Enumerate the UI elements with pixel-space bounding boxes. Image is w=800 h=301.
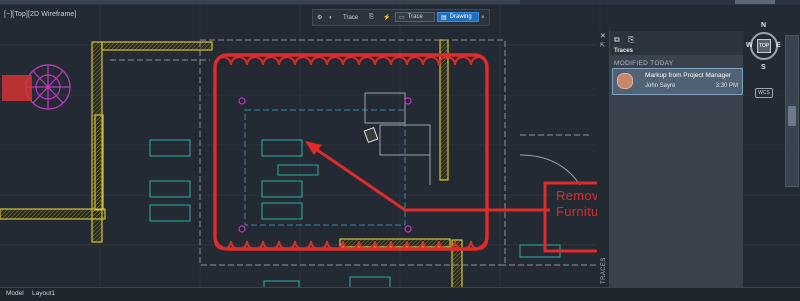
panel-side-label: TRACES [601, 257, 607, 284]
markup-cursor-icon [363, 127, 379, 143]
panel-title: Traces [614, 48, 634, 54]
fixtures [364, 92, 581, 186]
callout-line-1: Remov [556, 188, 599, 203]
trace-avatar-icon: ◐ [329, 14, 333, 21]
trace-toolbar: ⚙ ◐ Trace ⎘ ⚡ ▭ Trace ▤ Drawing × [312, 9, 490, 26]
navigation-bar-handle[interactable] [788, 106, 796, 126]
trace-window-icon: ▭ [399, 14, 405, 21]
file-tabs[interactable] [0, 0, 520, 4]
viewcube-top[interactable]: TOP [757, 39, 771, 53]
walls [0, 39, 463, 300]
viewcube[interactable]: N TOP W E S [746, 20, 782, 80]
trace-card[interactable]: Markup from Project Manager John Sayre 3… [612, 68, 743, 95]
traces-panel: ⧉ ⎘ Traces MODIFIED TODAY Markup from Pr… [610, 31, 743, 295]
tab-scroll-indicator[interactable] [735, 0, 775, 4]
drawing-window-icon: ▤ [441, 14, 447, 21]
section-heading: MODIFIED TODAY [614, 60, 674, 67]
new-trace-icon[interactable]: ⎘ [628, 35, 634, 45]
avatar [617, 73, 633, 89]
compass-east[interactable]: E [776, 42, 781, 49]
drawing-mode-button[interactable]: ▤ Drawing [437, 12, 479, 22]
gear-icon[interactable]: ⚙ [317, 10, 322, 25]
compass-south[interactable]: S [761, 64, 766, 71]
dashed-outlines [110, 39, 600, 266]
trace-card-user: John Sayre [645, 83, 676, 89]
panel-pin-icon[interactable]: ⇱ [600, 42, 605, 49]
trace-card-time: 3:30 PM [715, 83, 738, 89]
furniture [149, 139, 561, 294]
trace-mode-button[interactable]: ▭ Trace [395, 12, 435, 22]
close-icon[interactable]: × [481, 10, 485, 25]
trace-list-icon[interactable]: ⧉ [614, 35, 620, 45]
spiral-stair [25, 64, 71, 110]
callout-line-2: Furnitu [556, 204, 599, 219]
compass-west[interactable]: W [746, 42, 753, 49]
status-bar: Model Layout1 [0, 287, 800, 301]
compass-north[interactable]: N [761, 22, 766, 29]
panel-close-icon[interactable]: ✕ [600, 32, 606, 40]
trace-card-title: Markup from Project Manager [645, 72, 731, 79]
viewport-label[interactable]: [−][Top][2D Wireframe] [4, 11, 76, 18]
tab-layout1[interactable]: Layout1 [32, 290, 55, 297]
point-markers [238, 97, 412, 233]
lightning-icon[interactable]: ⚡ [383, 10, 390, 25]
stair-fill [2, 75, 32, 101]
trace-mode-label: Trace [407, 14, 423, 20]
drawing-mode-label: Drawing [449, 14, 472, 20]
wcs-menu[interactable]: WCS [755, 88, 773, 98]
navigation-bar[interactable] [785, 35, 799, 187]
import-icon[interactable]: ⎘ [369, 10, 374, 25]
traces-panel-sidebar: ✕ ⇱ TRACES [597, 30, 610, 296]
tab-model[interactable]: Model [6, 290, 24, 297]
trace-label[interactable]: Trace [343, 10, 358, 25]
